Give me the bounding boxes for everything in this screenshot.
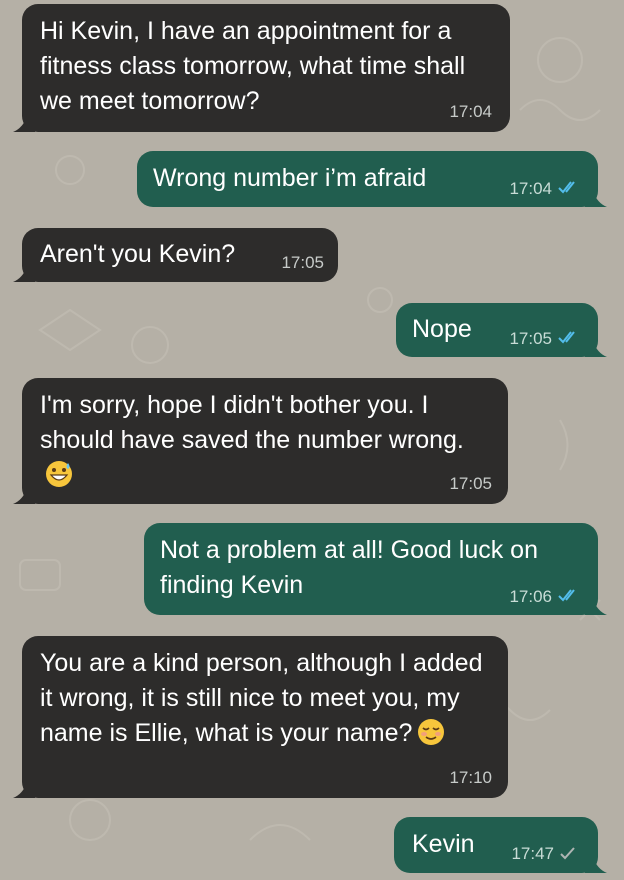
incoming-message[interactable]: I'm sorry, hope I didn't bother you. I s… [13, 378, 508, 504]
incoming-message[interactable]: You are a kind person, although I added … [13, 636, 508, 798]
outgoing-message[interactable]: Not a problem at all! Good luck on findi… [144, 523, 607, 615]
bubble-tail [585, 599, 607, 615]
grinning-face-with-sweat-emoji [46, 461, 72, 487]
bubble-tail [585, 191, 607, 207]
bubble-tail [13, 266, 35, 282]
read-receipt-icon [558, 331, 575, 344]
outgoing-message[interactable]: Kevin 17:47 [394, 817, 607, 873]
message-text: Hi Kevin, I have an appointment for a fi… [40, 17, 473, 115]
read-receipt-icon [558, 181, 575, 194]
message-text: You are a kind person, although I added … [40, 649, 490, 747]
message-time: 17:04 [449, 102, 492, 121]
message-text: I'm sorry, hope I didn't bother you. I s… [40, 388, 488, 493]
outgoing-message[interactable]: Nope 17:05 [396, 303, 607, 357]
message-time: 17:06 [509, 587, 552, 606]
bubble-tail [585, 857, 607, 873]
bubble-tail [585, 341, 607, 357]
bubble-tail [13, 782, 35, 798]
message-time: 17:05 [509, 329, 552, 348]
message-time: 17:05 [449, 474, 492, 493]
incoming-message[interactable]: Aren't you Kevin? 17:05 [13, 228, 338, 282]
bubble-tail [13, 488, 35, 504]
outgoing-message[interactable]: Wrong number i’m afraid 17:04 [137, 151, 607, 207]
read-receipt-icon [558, 589, 575, 602]
message-time: 17:10 [449, 768, 492, 787]
relieved-face-emoji [418, 719, 445, 745]
sent-tick-icon [560, 847, 575, 860]
message-time: 17:47 [511, 844, 554, 863]
bubble-tail [13, 116, 35, 132]
incoming-message[interactable]: Hi Kevin, I have an appointment for a fi… [13, 4, 510, 132]
message-time: 17:04 [509, 179, 552, 198]
message-time: 17:05 [281, 253, 324, 272]
